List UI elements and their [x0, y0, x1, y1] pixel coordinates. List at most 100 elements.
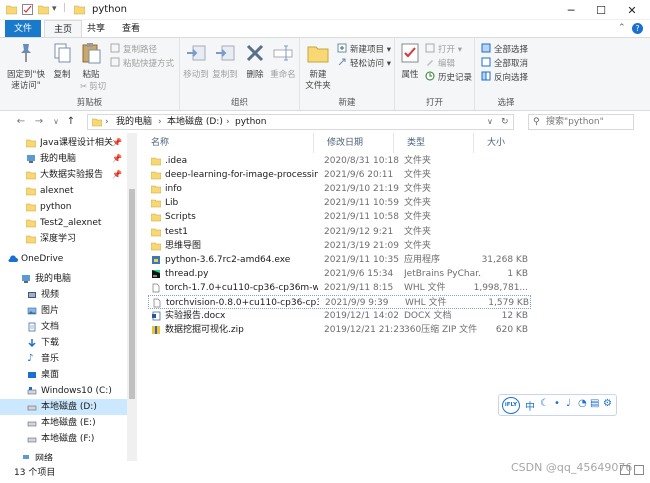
copy-button[interactable]: 复制 — [49, 42, 75, 81]
delete-button[interactable]: 删除 — [243, 42, 267, 81]
column-header-size[interactable]: 大小 — [474, 133, 534, 153]
clipboard-group: 固定到"快 速访问" 复制 粘贴 复制路径 粘贴快捷方式 ✂ 剪切 剪贴板 — [0, 38, 180, 110]
folder-icon — [151, 214, 161, 222]
drive-icon — [27, 387, 37, 395]
file-row[interactable]: torchvision-0.8.0+cu110-cp36-cp36m... 202… — [148, 295, 531, 309]
file-row[interactable]: 思维导图 2021/3/19 21:09 文件夹 — [148, 239, 531, 253]
file-row[interactable]: torch-1.7.0+cu110-cp36-cp36m-win_... 2021… — [148, 281, 531, 295]
up-button[interactable]: ↑ — [64, 114, 78, 130]
breadcrumb-separator: › — [158, 117, 162, 127]
file-type: 文件夹 — [404, 198, 432, 209]
nav-item-java[interactable]: Java课程设计相关资料 📌 — [0, 135, 127, 151]
tab-file[interactable]: 文件 — [5, 20, 42, 38]
history-button[interactable]: 历史记录 — [425, 71, 472, 84]
maximize-button[interactable]: ☐ — [586, 0, 616, 20]
refresh-icon[interactable]: ↻ — [501, 115, 509, 129]
file-row[interactable]: thread.py 2021/9/6 15:34 JetBrains PyChar.… — [148, 267, 531, 281]
easy-access-button[interactable]: 轻松访问 ▾ — [337, 57, 391, 70]
paste-button[interactable]: 粘贴 — [78, 42, 104, 81]
gear-icon[interactable]: ⚙ — [603, 398, 612, 409]
breadcrumb-separator: › — [226, 117, 230, 127]
keyboard-icon[interactable]: ▤ — [590, 398, 599, 409]
microphone-icon[interactable]: ♩ — [566, 398, 571, 409]
folder-icon — [26, 171, 36, 180]
nav-item-my-computer-quick[interactable]: 我的电脑 📌 — [0, 151, 127, 167]
move-to-button[interactable]: 移动到 — [182, 42, 210, 81]
pycharm-icon — [152, 269, 160, 278]
breadcrumb-computer[interactable]: 我的电脑 — [116, 115, 152, 129]
column-header-name[interactable]: 名称 — [138, 133, 314, 153]
cut-button[interactable]: ✂ 剪切 — [80, 81, 106, 94]
new-item-button[interactable]: 新建项目 ▾ — [337, 43, 391, 56]
edit-button[interactable]: 编辑 — [425, 57, 455, 70]
punctuation-icon[interactable]: • — [554, 398, 560, 409]
file-row[interactable]: deep-learning-for-image-processing... 202… — [148, 168, 531, 182]
file-icon — [153, 298, 161, 308]
copy-path-icon — [110, 43, 120, 53]
music-icon: ♪ — [27, 353, 34, 364]
file-row[interactable]: info 2021/9/10 21:19 文件夹 — [148, 182, 531, 196]
copy-path-button[interactable]: 复制路径 — [110, 43, 157, 56]
help-icon[interactable]: ? — [632, 23, 643, 34]
file-date: 2019/12/1 14:02 — [324, 311, 399, 322]
skin-icon[interactable]: ◔ — [578, 398, 587, 409]
nav-label: 本地磁盘 (D:) — [41, 402, 97, 412]
address-dropdown-icon[interactable]: ∨ — [487, 115, 493, 129]
paste-shortcut-button[interactable]: 粘贴快捷方式 — [110, 57, 174, 70]
nav-label: 桌面 — [41, 370, 60, 380]
large-icons-view-icon[interactable] — [634, 465, 644, 475]
delete-icon — [246, 44, 264, 62]
tab-home[interactable]: 主页 — [44, 20, 83, 38]
column-header-type[interactable]: 类型 — [394, 133, 474, 153]
minimize-button[interactable]: ─ — [556, 0, 586, 20]
folder-icon — [151, 171, 161, 180]
breadcrumb-drive-d[interactable]: 本地磁盘 (D:) — [167, 115, 223, 129]
nav-label: 下载 — [41, 338, 60, 348]
select-all-button[interactable]: 全部选择 — [481, 43, 528, 56]
moon-icon[interactable]: ☾ — [540, 398, 549, 409]
new-folder-button[interactable]: 新建 文件夹 — [303, 42, 333, 92]
address-bar[interactable]: › 我的电脑 › 本地磁盘 (D:) › python ∨ ↻ — [87, 114, 514, 130]
computer-icon — [27, 155, 35, 163]
scrollbar-thumb[interactable] — [129, 189, 135, 399]
ribbon-collapse-icon[interactable]: ⌃ — [618, 23, 626, 33]
select-none-button[interactable]: 全部取消 — [481, 57, 528, 70]
file-row[interactable]: test1 2021/9/12 9:21 文件夹 — [148, 225, 531, 239]
nav-item-drive-d[interactable]: 本地磁盘 (D:) — [0, 399, 127, 415]
select-group-label: 选择 — [497, 98, 515, 108]
column-header-date[interactable]: 修改日期 — [314, 133, 394, 153]
tab-share[interactable]: 共享 — [78, 20, 114, 38]
pin-quick-access-button[interactable]: 固定到"快 速访问" — [4, 42, 48, 92]
ifly-logo-icon: iFLY — [502, 397, 520, 414]
search-input[interactable]: ⚲ 搜索"python" — [528, 114, 634, 130]
breadcrumb-python[interactable]: python — [235, 115, 266, 129]
file-row[interactable]: Lib 2021/9/11 10:59 文件夹 — [148, 196, 531, 210]
navigation-scrollbar[interactable] — [127, 133, 137, 461]
nav-label: OneDrive — [21, 254, 64, 264]
quick-access-toolbar-dropdown[interactable]: ▾ — [52, 4, 57, 14]
file-date: 2021/3/19 21:09 — [324, 240, 399, 251]
nav-item-bigdata[interactable]: 大数据实验报告 📌 — [0, 167, 127, 183]
invert-selection-button[interactable]: 反向选择 — [481, 71, 528, 84]
file-name: test1 — [165, 226, 189, 237]
close-button[interactable]: ✕ — [617, 0, 647, 20]
copy-to-button[interactable]: 复制到 — [210, 42, 240, 81]
clipboard-group-label: 剪贴板 — [76, 98, 103, 108]
rename-button[interactable]: 重命名 — [269, 42, 297, 81]
ime-lang-toggle[interactable]: 中 — [525, 398, 535, 413]
file-row[interactable]: 实验报告.docx 2019/12/1 14:02 DOCX 文档 12 KB — [148, 309, 531, 323]
new-folder-icon[interactable] — [38, 4, 49, 15]
tab-view[interactable]: 查看 — [113, 20, 149, 38]
recent-locations-button[interactable]: ∨ — [49, 114, 63, 130]
folder-icon[interactable] — [6, 4, 17, 15]
file-row[interactable]: Scripts 2021/9/11 10:58 文件夹 — [148, 210, 531, 224]
properties-button[interactable]: 属性 — [398, 42, 422, 81]
ime-toolbar[interactable]: iFLY 中 ☾ • ♩ ◔ ▤ ⚙ — [498, 394, 617, 416]
properties-check-icon[interactable] — [22, 4, 33, 15]
file-row[interactable]: .idea 2020/8/31 10:18 文件夹 — [148, 154, 531, 168]
file-row[interactable]: 数据挖掘可视化.zip 2019/12/21 21:23 360压缩 ZIP 文件 6… — [148, 323, 531, 337]
file-row[interactable]: python-3.6.7rc2-amd64.exe 2021/9/11 10:35… — [148, 253, 531, 267]
back-button[interactable]: ← — [14, 114, 28, 130]
open-button[interactable]: 打开 ▾ — [425, 43, 462, 56]
forward-button[interactable]: → — [32, 114, 46, 130]
